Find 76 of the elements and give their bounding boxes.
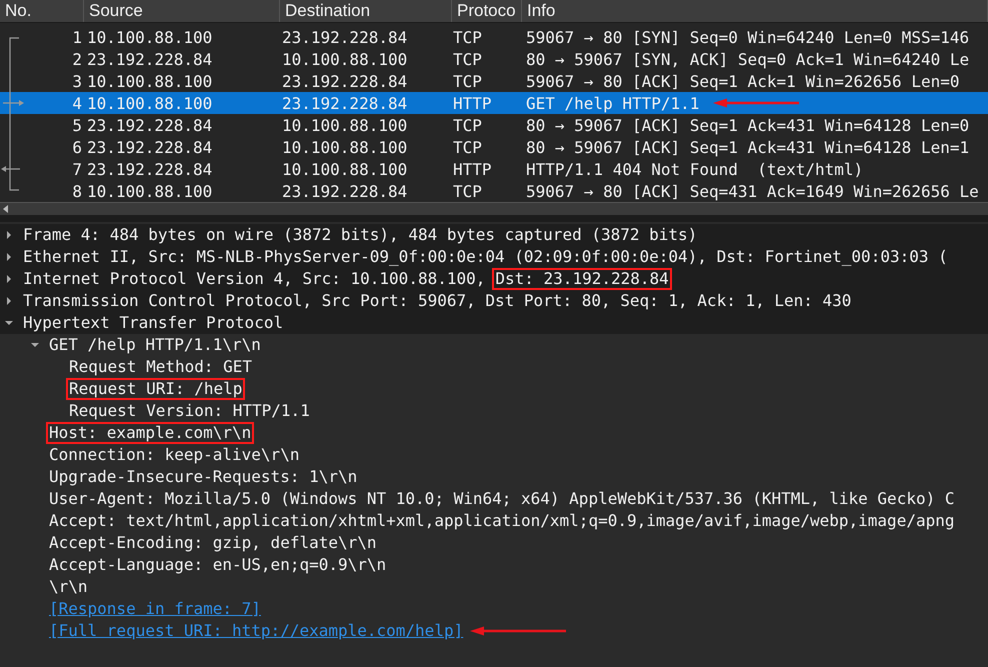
source-address: 10.100.88.100 [86,72,214,90]
destination-address: 10.100.88.100 [281,116,408,134]
source-address: 10.100.88.100 [86,28,214,46]
protocol-layer[interactable]: Internet Protocol Version 4, Src: 10.100.88.100, [20,268,488,290]
protocol-name: TCP [452,116,483,134]
header-field: Connection: keep-alive\r\n [46,444,302,466]
packet-info: 80 → 59067 [ACK] Seq=1 Ack=431 Win=64128 Len=0 [526,116,970,134]
packet-info: 59067 → 80 [ACK] Seq=431 Ack=1649 Win=262656 Le [526,182,979,200]
destination-address: 23.192.228.84 [281,182,408,200]
packet-info: 80 → 59067 [ACK] Seq=1 Ack=431 Win=64128 Len=1 [526,138,970,156]
protocol-name: TCP [452,50,483,68]
column-header[interactable]: Destination [280,0,452,22]
destination-field: Dst: 23.192.228.84 [492,268,672,290]
destination-address: 10.100.88.100 [281,50,408,68]
packet-row[interactable]: 4 10.100.88.100 23.192.228.84 HTTP GET /help HTTP/1.1 [0,92,988,114]
packet-row[interactable]: 8 10.100.88.100 23.192.228.84 TCP 59067 → 80 [ACK] Seq=431 Ack=1649 Win=262656 Le [0,180,988,202]
destination-address: 23.192.228.84 [281,94,408,112]
collapse-icon[interactable] [4,318,14,328]
protocol-name: TCP [452,138,483,156]
protocol-name: HTTP [452,94,493,112]
protocol-name: TCP [452,182,483,200]
expand-icon[interactable] [4,296,14,306]
packet-info: HTTP/1.1 404 Not Found (text/html) [526,160,864,178]
packet-number: 4 [71,94,82,112]
packet-number: 1 [71,28,82,46]
header-field: Host: example.com\r\n [46,422,254,444]
packet-info: 59067 → 80 [ACK] Seq=1 Ack=1 Win=262656 Len=0 [526,72,960,90]
protocol-name: TCP [452,28,483,46]
packet-row[interactable]: 5 23.192.228.84 10.100.88.100 TCP 80 → 59067 [ACK] Seq=1 Ack=431 Win=64128 Len=0 [0,114,988,136]
header-field: User-Agent: Mozilla/5.0 (Windows NT 10.0; Win64; x64) AppleWebKit/537.36 (KHTML, like Gecko) C [46,488,958,510]
destination-address: 23.192.228.84 [281,72,408,90]
packet-number: 8 [71,182,82,200]
destination-address: 23.192.228.84 [281,28,408,46]
packet-number: 6 [71,138,82,156]
column-header[interactable]: No. [0,0,84,22]
column-header[interactable]: Source [84,0,280,22]
packet-row[interactable]: 3 10.100.88.100 23.192.228.84 TCP 59067 → 80 [ACK] Seq=1 Ack=1 Win=262656 Len=0 [0,70,988,92]
expand-icon[interactable] [4,230,14,240]
column-header[interactable]: Info [522,0,988,22]
packet-number: 2 [71,50,82,68]
packet-row[interactable]: 1 10.100.88.100 23.192.228.84 TCP 59067 → 80 [SYN] Seq=0 Win=64240 Len=0 MSS=146 [0,26,988,48]
horizontal-scrollbar[interactable] [0,202,988,215]
source-address: 23.192.228.84 [86,138,214,156]
header-field: Accept: text/html,application/xhtml+xml,application/xml;q=0.9,image/avif,image/webp,image/apng [46,510,958,532]
header-field: GET /help HTTP/1.1\r\n [46,334,264,356]
header-field: Accept-Encoding: gzip, deflate\r\n [46,532,380,554]
header-field: Accept-Language: en-US,en;q=0.9\r\n [46,554,390,576]
packet-info: GET /help HTTP/1.1 [526,94,700,112]
packet-info: 80 → 59067 [SYN, ACK] Seq=0 Ack=1 Win=64240 Le [526,50,970,68]
header-field: \r\n [46,576,91,598]
packet-number: 5 [71,116,82,134]
packet-number: 3 [71,72,82,90]
packet-row[interactable]: 7 23.192.228.84 10.100.88.100 HTTP HTTP/1.1 404 Not Found (text/html) [0,158,988,180]
packet-link[interactable]: [Response in frame: 7] [46,598,264,620]
protocol-name: HTTP [452,160,493,178]
expand-icon[interactable] [4,274,14,284]
packet-row[interactable]: 2 23.192.228.84 10.100.88.100 TCP 80 → 59067 [SYN, ACK] Seq=0 Ack=1 Win=64240 Le [0,48,988,70]
header-field: Request URI: /help [66,378,246,400]
destination-address: 10.100.88.100 [281,160,408,178]
protocol-name: TCP [452,72,483,90]
header-field: Request Version: HTTP/1.1 [66,400,313,422]
source-address: 10.100.88.100 [86,94,214,112]
source-address: 23.192.228.84 [86,160,214,178]
packet-row[interactable]: 6 23.192.228.84 10.100.88.100 TCP 80 → 59067 [ACK] Seq=1 Ack=431 Win=64128 Len=1 [0,136,988,158]
destination-address: 10.100.88.100 [281,138,408,156]
source-address: 23.192.228.84 [86,116,214,134]
packet-link[interactable]: [Full request URI: http://example.com/help] [46,620,466,642]
packet-number: 7 [71,160,82,178]
collapse-icon[interactable] [30,340,40,350]
header-field: Request Method: GET [66,356,256,378]
column-header[interactable]: Protoco [452,0,522,22]
header-field: Upgrade-Insecure-Requests: 1\r\n [46,466,360,488]
packet-info: 59067 → 80 [SYN] Seq=0 Win=64240 Len=0 MSS=146 [526,28,970,46]
expand-icon[interactable] [4,252,14,262]
source-address: 10.100.88.100 [86,182,214,200]
source-address: 23.192.228.84 [86,50,214,68]
